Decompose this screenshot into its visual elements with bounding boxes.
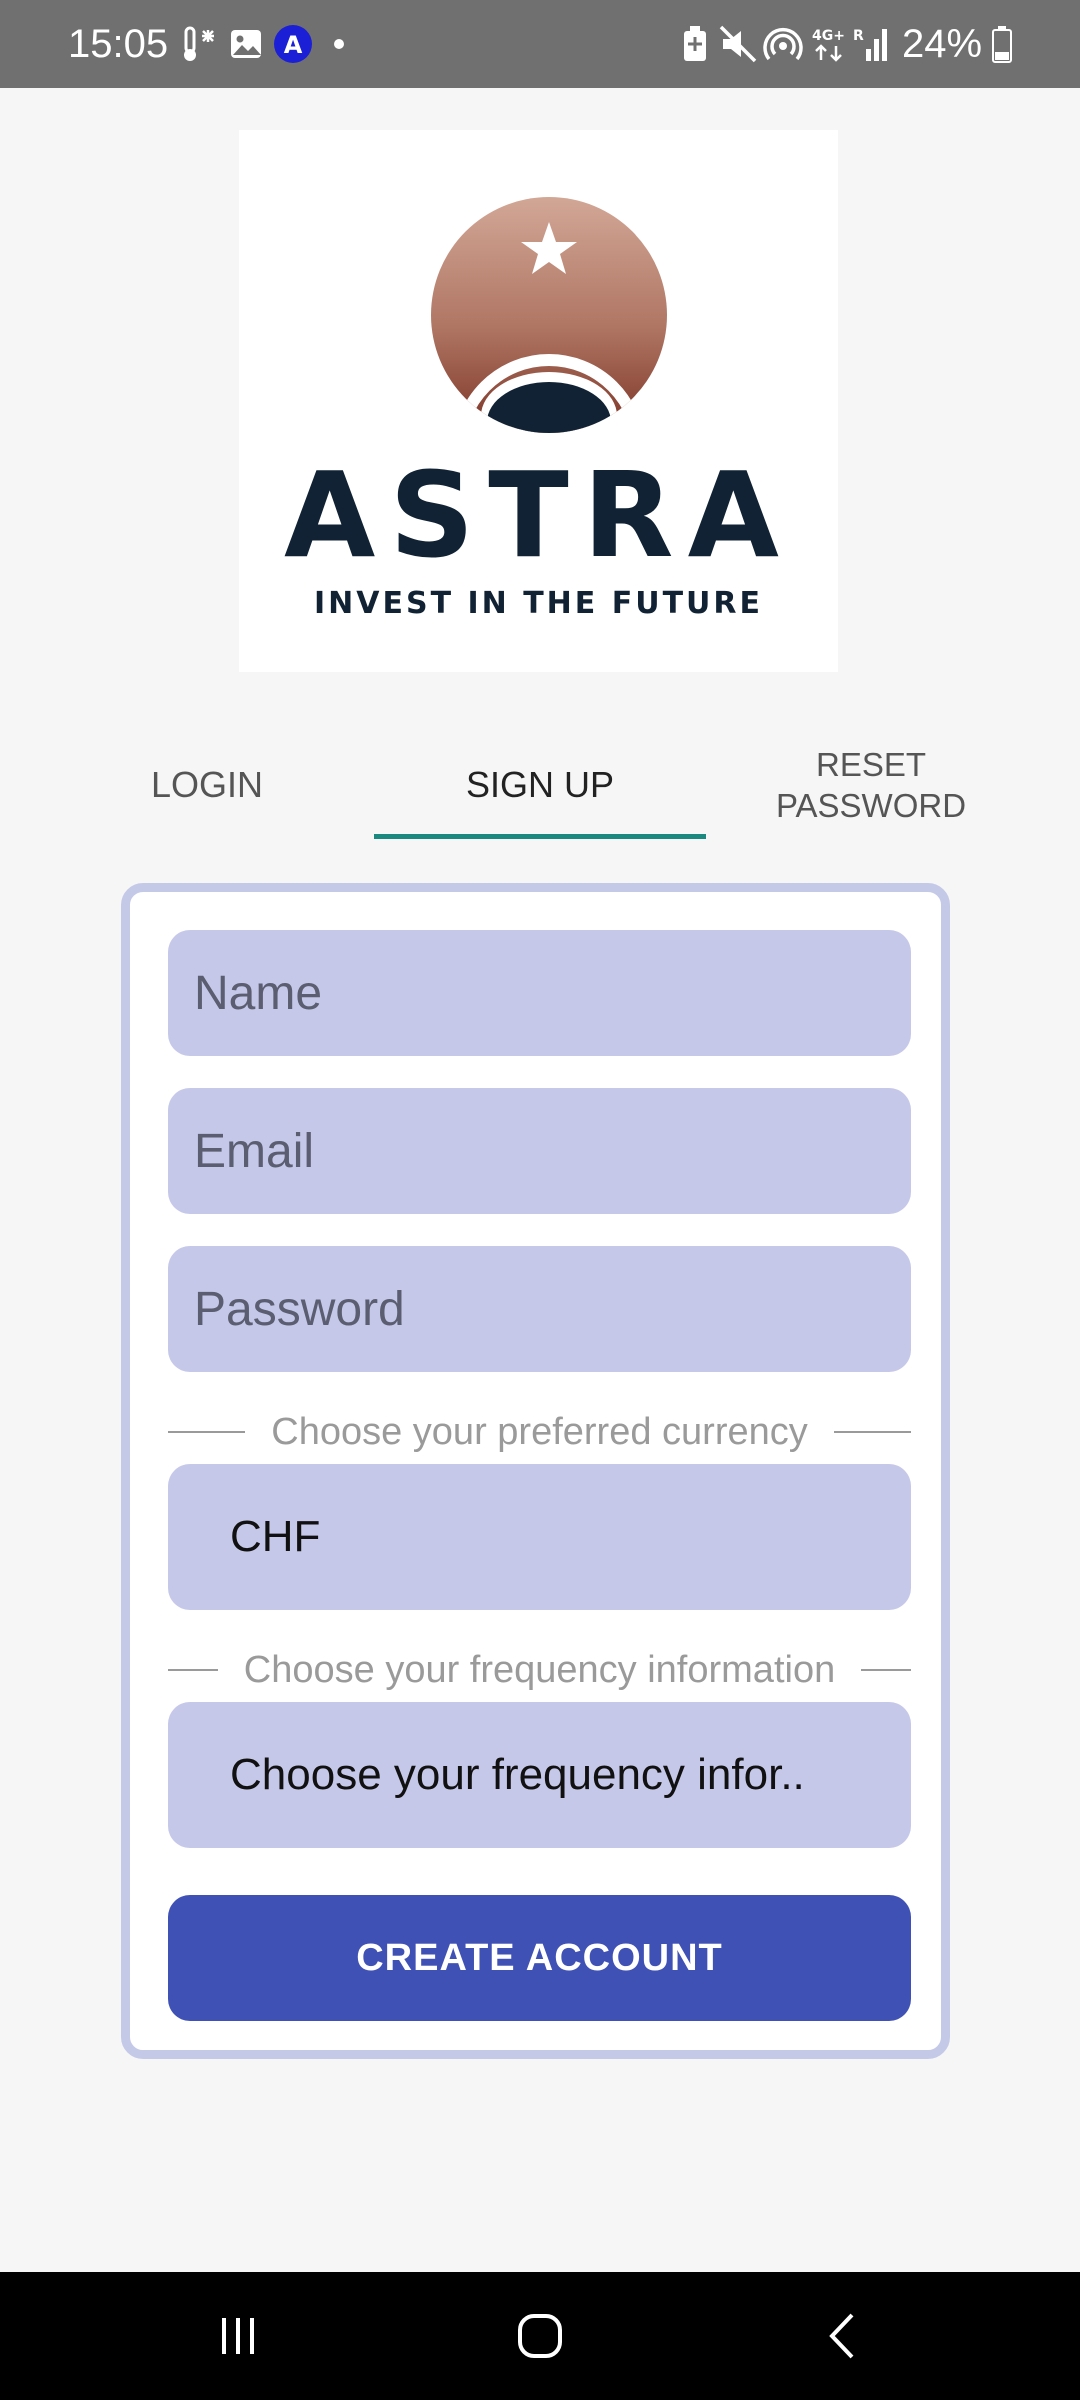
currency-label-text: Choose your preferred currency [271,1410,808,1453]
currency-select[interactable]: CHF [168,1464,911,1610]
frequency-value: Choose your frequency infor.. [230,1750,805,1799]
recent-apps-icon[interactable] [168,2272,308,2400]
divider [861,1669,911,1671]
app-a-letter: A [284,31,303,59]
dot-icon [330,24,348,64]
battery-saver-icon [680,24,710,64]
tab-sign-up[interactable]: SIGN UP [374,730,706,840]
status-bar: 15:05 A 4G+ R 24% [0,0,1080,88]
mute-icon [718,24,758,64]
name-placeholder: Name [194,966,323,1020]
4g-icon: 4G+ [812,24,848,64]
password-field[interactable]: Password [168,1246,911,1372]
logo-wordmark: ASTRA [284,446,793,584]
divider [168,1431,246,1433]
name-field[interactable]: Name [168,930,911,1056]
back-icon[interactable] [772,2272,912,2400]
create-account-button[interactable]: CREATE ACCOUNT [168,1895,911,2021]
frequency-label-text: Choose your frequency information [243,1648,836,1691]
image-icon [226,24,266,64]
battery-icon [990,24,1014,64]
home-icon[interactable] [470,2272,610,2400]
thermometer-icon [176,24,220,64]
astra-logo: ASTRA INVEST IN THE FUTURE [239,130,838,672]
divider [168,1669,218,1671]
tab-reset-password-label: RESET PASSWORD [775,746,967,824]
app-a-icon: A [272,24,314,64]
tab-indicator [374,834,706,839]
logo-emblem [431,197,667,433]
logo-tagline: INVEST IN THE FUTURE [314,586,763,621]
currency-value: CHF [230,1512,321,1561]
4g-label: 4G+ [812,28,845,44]
tab-login[interactable]: LOGIN [68,730,346,840]
email-placeholder: Email [194,1124,315,1178]
svg-text:R: R [853,28,864,44]
password-placeholder: Password [194,1282,405,1336]
tab-reset-password[interactable]: RESET PASSWORD [730,730,1012,840]
hotspot-icon [762,24,804,64]
navigation-bar [0,2272,1080,2400]
status-time: 15:05 [68,22,169,66]
divider [833,1431,912,1433]
battery-percent: 24% [902,22,983,66]
frequency-section-label: Choose your frequency information [168,1645,911,1695]
currency-section-label: Choose your preferred currency [168,1407,912,1457]
frequency-select[interactable]: Choose your frequency infor.. [168,1702,911,1848]
signal-icon: R [852,24,890,64]
email-field[interactable]: Email [168,1088,911,1214]
